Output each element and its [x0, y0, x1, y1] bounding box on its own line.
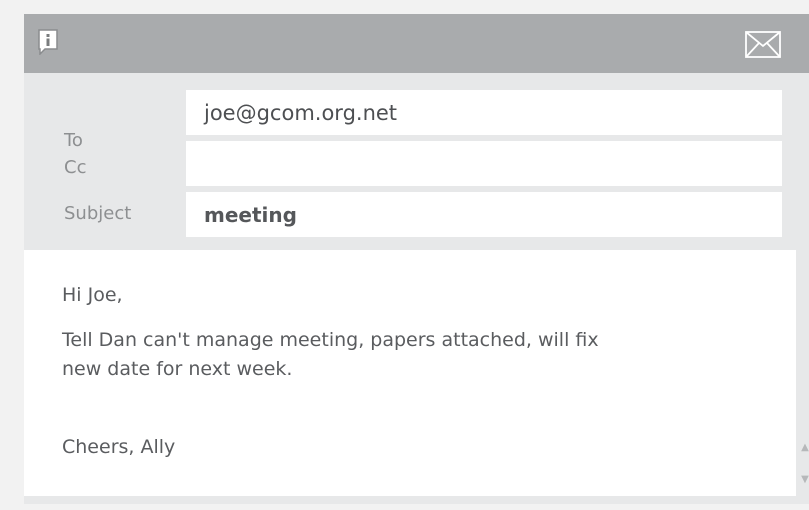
title-bar — [24, 14, 809, 73]
scroll-down-arrow-icon[interactable]: ▼ — [799, 474, 809, 486]
to-label: To — [64, 130, 83, 151]
cc-label: Cc — [64, 157, 87, 178]
subject-value: meeting — [204, 202, 297, 227]
scroll-up-arrow-icon[interactable]: ▲ — [799, 442, 809, 454]
message-line-1: Tell Dan can't manage meeting, papers at… — [62, 329, 599, 351]
info-icon[interactable] — [37, 29, 59, 56]
subject-field[interactable]: meeting — [186, 192, 782, 237]
message-body[interactable]: Hi Joe, Tell Dan can't manage meeting, p… — [24, 250, 796, 496]
to-field[interactable]: joe@gcom.org.net — [186, 90, 782, 135]
message-greeting: Hi Joe, — [62, 284, 123, 306]
message-line-2: new date for next week. — [62, 358, 293, 380]
email-compose-window: To joe@gcom.org.net Cc Subject meeting H… — [24, 14, 809, 504]
envelope-icon[interactable] — [745, 31, 781, 58]
cc-field[interactable] — [186, 141, 782, 186]
subject-label: Subject — [64, 203, 132, 224]
to-value: joe@gcom.org.net — [204, 100, 398, 125]
message-signoff: Cheers, Ally — [62, 436, 176, 458]
